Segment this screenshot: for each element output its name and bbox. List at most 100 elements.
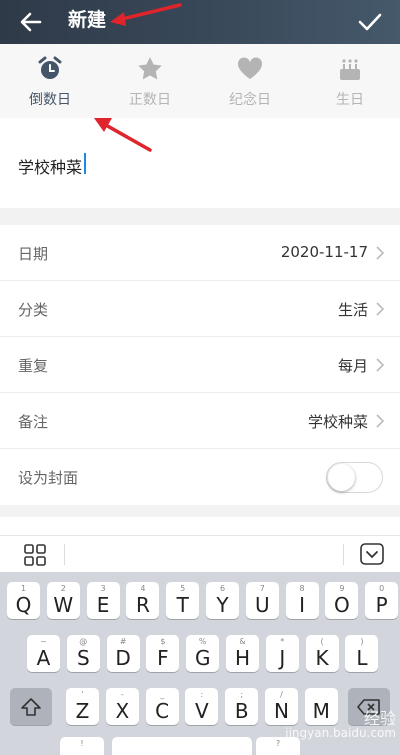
key-g[interactable]: % G: [186, 635, 220, 672]
event-type-tabs: 倒数日 正数日 纪念日 生日: [0, 44, 400, 118]
key-sub: *: [280, 637, 285, 646]
tab-label: 正数日: [129, 92, 171, 108]
key-main: Q: [15, 593, 32, 617]
key-main: C: [155, 699, 170, 723]
repeat-value: 每月: [337, 357, 368, 375]
repeat-row[interactable]: 重复 每月: [0, 337, 400, 393]
key-main: K: [315, 646, 329, 670]
keyboard-toolbar: [0, 535, 400, 572]
key-b[interactable]: ; B: [225, 688, 259, 725]
key-sub: 4: [140, 584, 146, 593]
key-sub: -: [120, 690, 124, 699]
key-sub: 1: [20, 584, 27, 593]
key-y[interactable]: 6Y: [206, 582, 239, 619]
key-l[interactable]: ) L: [345, 635, 379, 672]
tab-count-up[interactable]: 正数日: [100, 44, 200, 118]
event-name-value[interactable]: 学校种菜: [18, 154, 82, 178]
top-app-bar: 新建: [0, 0, 400, 44]
key-p[interactable]: 0P: [365, 582, 399, 619]
key-k[interactable]: (K: [305, 635, 339, 672]
shift-arrow-icon: [21, 697, 41, 716]
key-main: F: [157, 646, 169, 670]
key-sub: 0: [379, 584, 385, 593]
key-d[interactable]: # D: [106, 635, 140, 672]
confirm-check-icon[interactable]: [354, 6, 386, 38]
key-a[interactable]: ~ A: [27, 635, 60, 672]
category-value: 生活: [337, 301, 368, 319]
key-main: S: [76, 646, 90, 670]
key-main: T: [176, 593, 189, 617]
hide-keyboard-icon[interactable]: [360, 543, 384, 565]
space-key[interactable]: [112, 737, 252, 755]
event-name-field[interactable]: 学校种菜: [0, 118, 400, 208]
text-cursor: [84, 153, 86, 174]
key-main: U: [254, 593, 270, 617]
cover-toggle[interactable]: [326, 462, 383, 493]
key-j[interactable]: * J: [265, 635, 299, 672]
key-main: V: [195, 699, 209, 723]
key-i[interactable]: 8I: [285, 582, 319, 619]
key-sub: /: [280, 690, 283, 699]
key-e[interactable]: 3E: [86, 582, 120, 619]
key-h[interactable]: & H: [226, 635, 259, 672]
birthday-cake-icon: [340, 59, 360, 80]
chevron-right-icon: [376, 302, 384, 316]
key-f[interactable]: $ F: [146, 635, 180, 672]
key-main: D: [115, 646, 131, 670]
key-sub: 3: [100, 584, 106, 593]
key-x[interactable]: -X: [105, 688, 139, 725]
category-row[interactable]: 分类 生活: [0, 281, 400, 337]
key-t[interactable]: 5T: [166, 582, 200, 619]
key-z[interactable]: ' Z: [66, 688, 99, 725]
key-sub: 8: [299, 584, 305, 593]
note-row[interactable]: 备注 学校种菜: [0, 393, 400, 449]
key-main: J: [279, 646, 286, 670]
tab-label: 生日: [336, 92, 364, 108]
key-main: B: [234, 699, 249, 723]
key-o[interactable]: 9O: [325, 582, 359, 619]
key-sub: ;: [240, 690, 244, 699]
key-main: Z: [75, 699, 90, 723]
key-sub: _: [160, 690, 165, 699]
key-c[interactable]: _ C: [145, 688, 179, 725]
page-title: 新建: [68, 9, 107, 31]
tab-anniversary[interactable]: 纪念日: [200, 44, 300, 118]
key-main: W: [53, 593, 74, 617]
date-label: 日期: [18, 245, 49, 263]
key-sub: ~: [40, 637, 47, 646]
repeat-label: 重复: [18, 357, 49, 375]
toolbar-divider: [64, 544, 65, 565]
exclaim-key[interactable]: !: [60, 737, 104, 755]
chevron-right-icon: [376, 414, 384, 428]
key-sub: (: [320, 637, 324, 646]
key-u[interactable]: 7U: [245, 582, 279, 619]
toggle-knob: [328, 464, 355, 491]
key-w[interactable]: 2W: [46, 582, 80, 619]
key-v[interactable]: :V: [185, 688, 219, 725]
back-arrow-icon[interactable]: [16, 7, 46, 37]
key-main: I: [299, 593, 306, 617]
tab-birthday[interactable]: 生日: [300, 44, 400, 118]
category-label: 分类: [18, 301, 49, 319]
shift-key[interactable]: [10, 688, 52, 725]
watermark-url: jingyan.baidu.com: [285, 726, 396, 740]
key-sub: 2: [60, 584, 66, 593]
grid-menu-icon[interactable]: [24, 544, 46, 566]
watermark-text: 经验: [363, 709, 396, 728]
key-main: P: [375, 593, 388, 617]
date-row[interactable]: 日期 2020-11-17: [0, 225, 400, 281]
key-sub: %: [198, 637, 207, 646]
key-main: L: [356, 646, 368, 670]
note-value: 学校种菜: [307, 413, 368, 431]
key-s[interactable]: @ S: [66, 635, 100, 672]
key-q[interactable]: 1Q: [7, 582, 40, 619]
key-main: Y: [216, 593, 229, 617]
tab-countdown[interactable]: 倒数日: [0, 44, 100, 118]
key-main: O: [334, 593, 350, 617]
key-sub: 7: [259, 584, 265, 593]
key-sub: @: [79, 637, 88, 646]
alarm-clock-icon: [38, 56, 62, 79]
key-sub: 6: [219, 584, 226, 593]
key-r[interactable]: 4R: [126, 582, 160, 619]
key-sub: &: [239, 637, 246, 646]
